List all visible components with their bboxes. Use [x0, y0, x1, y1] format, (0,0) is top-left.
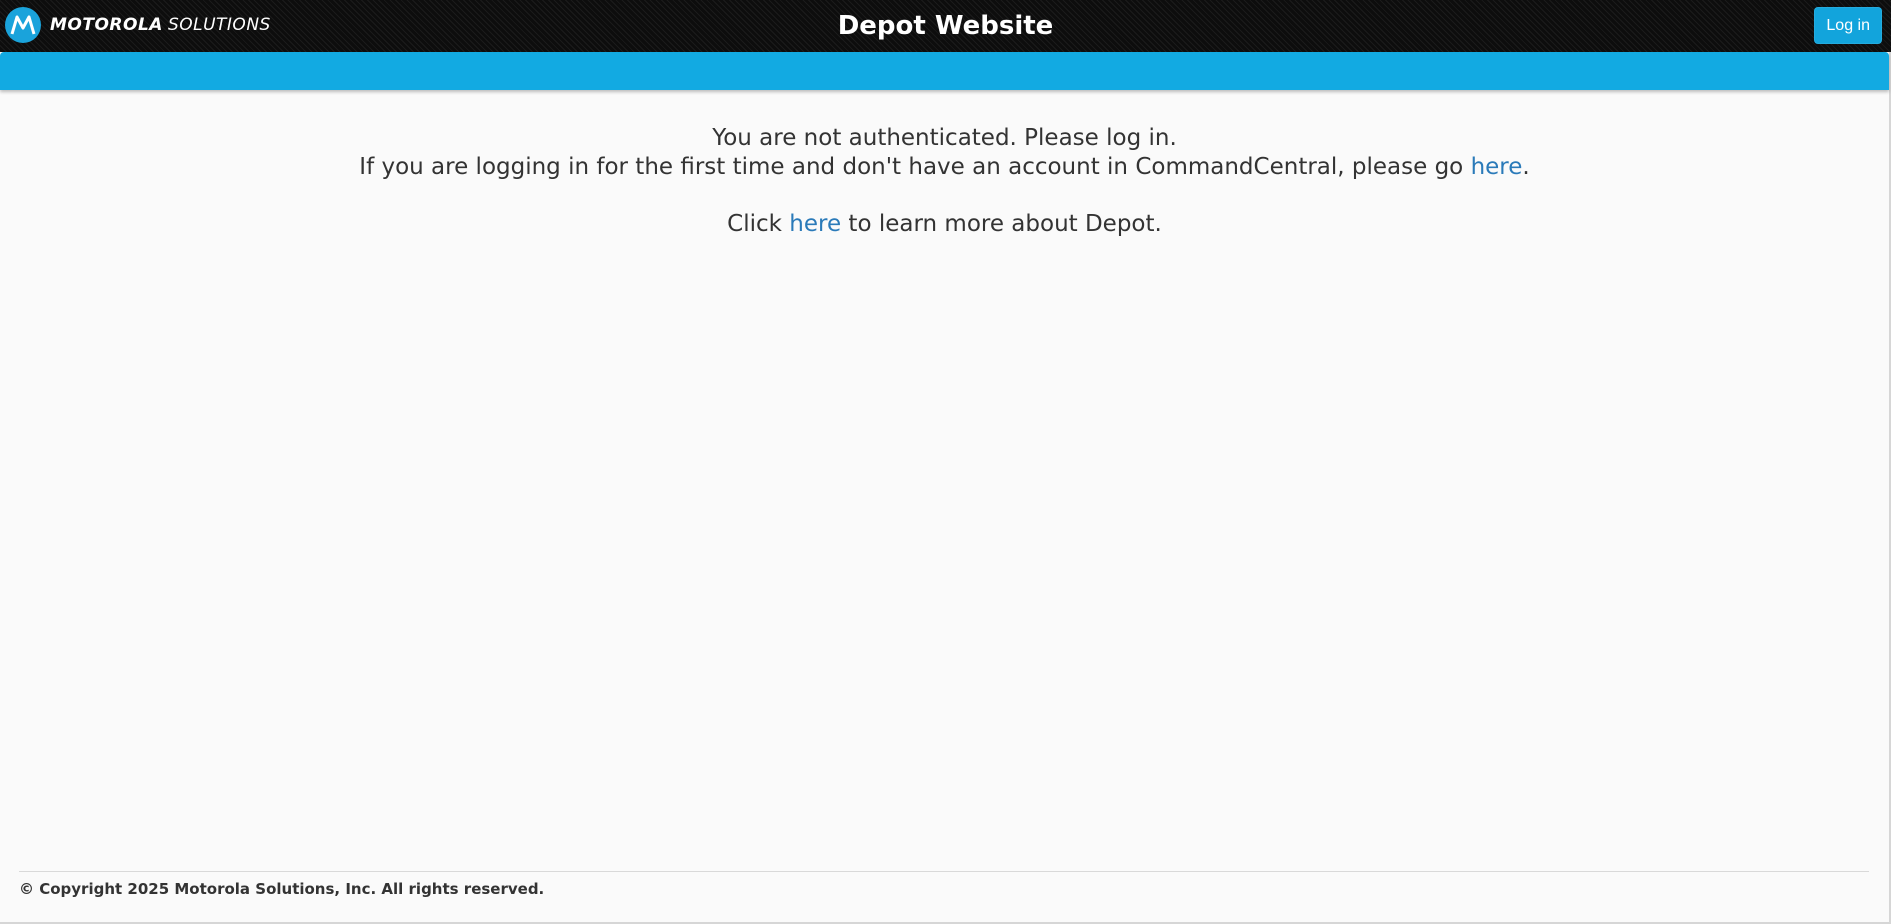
- footer-divider: [19, 871, 1869, 872]
- auth-message: You are not authenticated. Please log in…: [0, 124, 1889, 239]
- footer-copyright: © Copyright 2025 Motorola Solutions, Inc…: [19, 880, 545, 898]
- login-button[interactable]: Log in: [1814, 7, 1882, 44]
- brand-wordmark-bold: MOTOROLA: [50, 15, 163, 35]
- first-time-text-suffix: .: [1522, 154, 1530, 180]
- first-time-text-prefix: If you are logging in for the first time…: [359, 154, 1471, 180]
- motorola-batwing-icon: [5, 7, 41, 43]
- top-header: MOTOROLA SOLUTIONS Depot Website Log in: [0, 0, 1891, 52]
- nav-bar: [0, 52, 1889, 90]
- commandcentral-signup-link[interactable]: here: [1471, 154, 1523, 180]
- first-time-text: If you are logging in for the first time…: [0, 153, 1889, 182]
- brand-wordmark-light: SOLUTIONS: [167, 15, 271, 35]
- learn-more-text: Click here to learn more about Depot.: [0, 210, 1889, 239]
- brand-wordmark: MOTOROLA SOLUTIONS: [50, 15, 271, 35]
- page: MOTOROLA SOLUTIONS Depot Website Log in …: [0, 0, 1891, 924]
- learn-more-link[interactable]: here: [789, 211, 841, 237]
- learn-more-text-suffix: to learn more about Depot.: [841, 211, 1162, 237]
- not-authenticated-text: You are not authenticated. Please log in…: [712, 125, 1177, 151]
- site-title: Depot Website: [837, 11, 1054, 41]
- learn-more-text-prefix: Click: [727, 211, 790, 237]
- brand-logo-link[interactable]: MOTOROLA SOLUTIONS: [5, 7, 271, 43]
